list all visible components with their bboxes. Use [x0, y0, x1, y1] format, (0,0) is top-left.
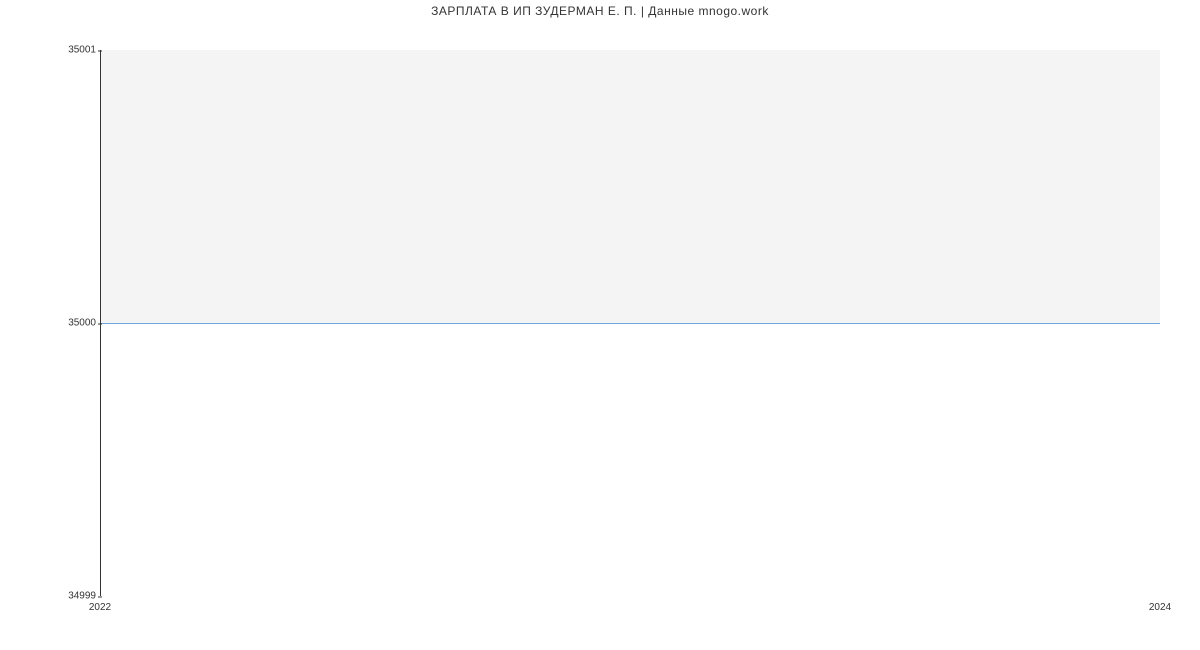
x-tick-label: 2024 — [1149, 602, 1171, 613]
y-tick-label: 35000 — [68, 318, 96, 329]
data-line — [100, 323, 1160, 324]
salary-chart: ЗАРПЛАТА В ИП ЗУДЕРМАН Е. П. | Данные mn… — [0, 0, 1200, 650]
x-tick: 2024 — [1149, 602, 1171, 613]
x-tick-label: 2022 — [89, 602, 111, 613]
filled-area — [100, 50, 1160, 323]
x-tick: 2022 — [89, 602, 111, 613]
y-tick: 34999 — [68, 591, 96, 602]
y-tick-label: 35001 — [68, 45, 96, 56]
tick-mark — [98, 323, 102, 324]
tick-mark — [98, 596, 102, 597]
y-tick-label: 34999 — [68, 591, 96, 602]
chart-title: ЗАРПЛАТА В ИП ЗУДЕРМАН Е. П. | Данные mn… — [0, 4, 1200, 18]
y-tick: 35000 — [68, 318, 96, 329]
y-tick: 35001 — [68, 45, 96, 56]
tick-mark — [98, 50, 102, 51]
